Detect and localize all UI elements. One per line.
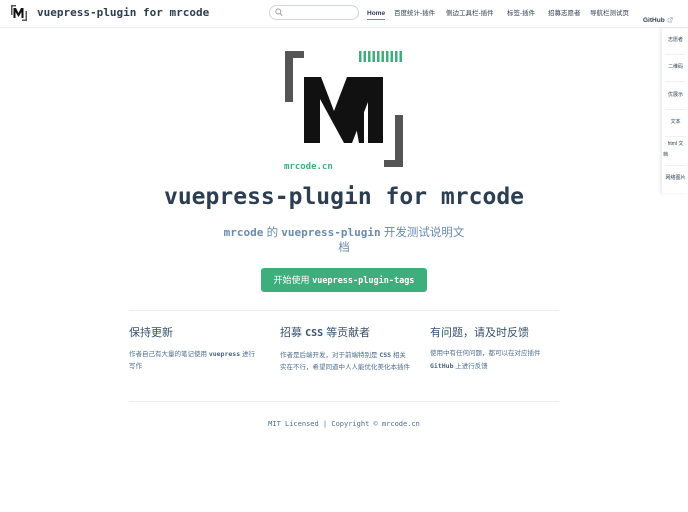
hero-desc-code: vuepress-plugin bbox=[281, 226, 381, 239]
hero-logo-caption: mrcode.cn bbox=[284, 162, 333, 172]
hero-title: vuepress-plugin for mrcode bbox=[163, 184, 525, 210]
nav-item-github[interactable]: GitHub bbox=[643, 17, 665, 24]
toolbar-item-html-doc[interactable]: html 文 bbox=[662, 140, 688, 148]
search-box[interactable] bbox=[269, 5, 359, 20]
feature-title: 保持更新 bbox=[129, 327, 173, 339]
hero-desc-code: mrcode bbox=[223, 226, 264, 239]
feature-text: 作者自己有大量的笔记使用 vuepress 进行写作 bbox=[129, 350, 255, 370]
toolbar-item-html-doc-cont[interactable]: 档 bbox=[662, 151, 688, 159]
nav-item-sidebar-tools[interactable]: 侧边工具栏-插件 bbox=[446, 9, 494, 18]
nav-item-volunteers[interactable]: 招募志愿者 bbox=[548, 9, 581, 18]
footer-divider bbox=[129, 401, 559, 402]
toolbar-divider bbox=[665, 54, 686, 55]
toolbar-item-volunteers[interactable]: 志愿者 bbox=[662, 36, 688, 44]
feature-title: 招募 CSS 等贡献者 bbox=[280, 327, 371, 339]
toolbar-divider bbox=[665, 81, 686, 82]
toolbar-item-showcase[interactable]: 优展示 bbox=[662, 91, 688, 99]
search-icon bbox=[275, 8, 283, 17]
search-input[interactable] bbox=[286, 6, 356, 19]
nav-item-github-wrap[interactable]: GitHub bbox=[643, 9, 673, 27]
feature-text: 作者是后端开发，对于前端特别是 CSS 相关实在不行，希望同道中人人能优化美化本… bbox=[280, 351, 410, 371]
features-divider bbox=[129, 310, 559, 311]
feature-text: 使用中有任何问题，都可以在对应插件 GitHub 上进行反馈 bbox=[430, 350, 541, 370]
nav-item-navbar-test[interactable]: 导航栏测试页 bbox=[590, 9, 629, 18]
nav-item-tags[interactable]: 标签-插件 bbox=[507, 9, 535, 18]
feature-item: 招募 CSS 等贡献者 作者是后端开发，对于前端特别是 CSS 相关实在不行，希… bbox=[280, 326, 410, 374]
hero-description: mrcode 的 vuepress-plugin 开发测试说明文档 bbox=[218, 225, 470, 256]
nav-item-home[interactable]: Home bbox=[367, 9, 386, 20]
toolbar-item-text[interactable]: 文本 bbox=[662, 118, 688, 126]
site-logo-icon[interactable] bbox=[10, 4, 28, 22]
hero-logo-image: mrcode.cn bbox=[284, 51, 403, 172]
toolbar-divider bbox=[665, 109, 686, 110]
hero-desc-text: 的 bbox=[266, 227, 279, 239]
toolbar-item-web-image[interactable]: 网络图片 bbox=[662, 174, 688, 182]
toolbar-divider bbox=[665, 165, 686, 166]
navbar: vuepress-plugin for mrcode Home 百度统计-插件 … bbox=[0, 0, 688, 28]
toolbar-item-qrcode[interactable]: 二维码 bbox=[662, 63, 688, 71]
site-title[interactable]: vuepress-plugin for mrcode bbox=[37, 6, 209, 19]
toolbar-divider bbox=[665, 136, 686, 137]
get-started-button[interactable]: 开始使用 vuepress-plugin-tags bbox=[261, 268, 427, 292]
nav-item-baidu-stats[interactable]: 百度统计-插件 bbox=[394, 9, 435, 18]
get-started-label: 开始使用 bbox=[273, 275, 310, 285]
get-started-code: vuepress-plugin-tags bbox=[312, 276, 415, 286]
external-link-icon bbox=[667, 17, 673, 23]
feature-item: 有问题，请及时反馈 使用中有任何问题，都可以在对应插件 GitHub 上进行反馈 bbox=[430, 326, 560, 373]
floating-toolbar: 志愿者 二维码 优展示 文本 html 文 档 网络图片 bbox=[661, 28, 688, 193]
feature-item: 保持更新 作者自己有大量的笔记使用 vuepress 进行写作 bbox=[129, 326, 259, 373]
feature-title: 有问题，请及时反馈 bbox=[430, 327, 529, 339]
footer-text: MIT Licensed | Copyright © mrcode.cn bbox=[268, 420, 420, 428]
